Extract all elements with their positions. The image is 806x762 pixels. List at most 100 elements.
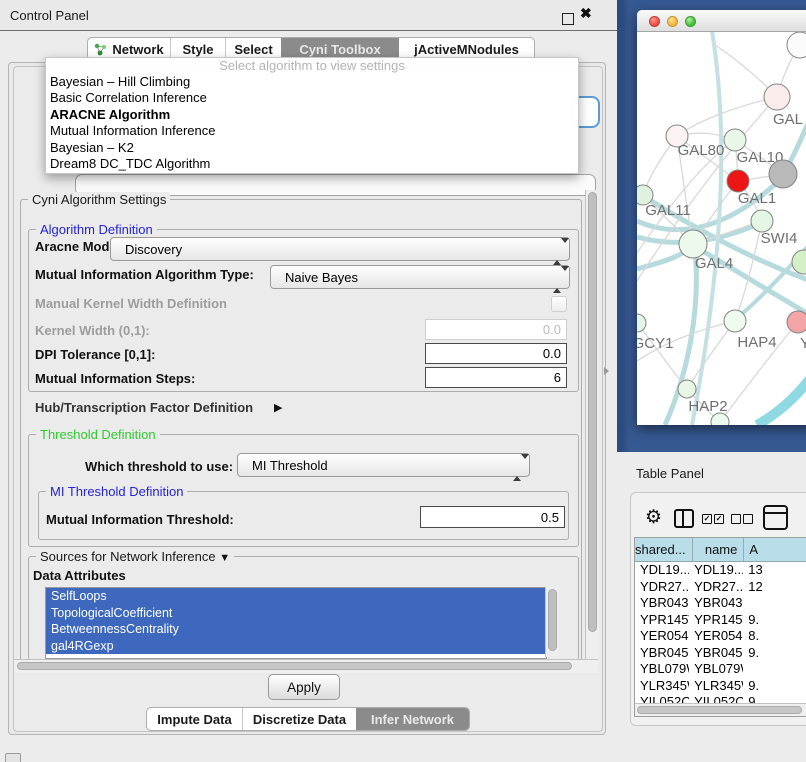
table-cell: YLR345W (689, 678, 743, 695)
which-threshold-combobox[interactable]: MI Threshold (237, 453, 530, 477)
mi-algorithm-type-combobox[interactable]: Naive Bayes (270, 265, 570, 289)
network-node[interactable] (679, 230, 707, 258)
mi-threshold-field[interactable]: 0.5 (420, 506, 565, 528)
table-cell: YDR27... (635, 579, 689, 596)
show-columns-icon[interactable] (674, 509, 694, 528)
zoom-traffic-light-icon[interactable] (685, 16, 696, 27)
data-attributes-label: Data Attributes (33, 568, 126, 583)
close-icon[interactable]: ✖ (580, 5, 592, 22)
mi-steps-field[interactable]: 6 (425, 367, 567, 388)
node-table: shared... name A YDL19...YDL19...13YDR27… (634, 537, 806, 717)
algorithm-option[interactable]: Basic Correlation Inference (46, 90, 578, 106)
table-cell: 12 (743, 579, 806, 596)
network-window-titlebar[interactable] (637, 10, 806, 32)
table-row[interactable]: YDR27...YDR27...12 (635, 579, 806, 596)
network-canvas[interactable]: GALGAL80GAL10GAL1GAL11SWI4GAL4GCY1HAP4YH… (637, 31, 806, 425)
network-node-label: HAP2 (688, 398, 727, 415)
network-node[interactable] (764, 84, 790, 110)
table-row[interactable]: YLR345WYLR345W9. (635, 678, 806, 695)
network-node[interactable] (769, 160, 797, 188)
data-attributes-list[interactable]: SelfLoopsTopologicalCoefficientBetweenne… (45, 587, 547, 659)
settings-horizontal-scrollbar[interactable] (14, 659, 598, 673)
table-cell: YBR043C (635, 595, 689, 612)
table-horizontal-scrollbar[interactable] (635, 703, 806, 717)
scrollbar-thumb[interactable] (588, 192, 597, 632)
algorithm-dropdown-prompt: Select algorithm to view settings (46, 58, 578, 74)
network-node[interactable] (678, 380, 696, 398)
table-row[interactable]: YBL079WYBL079W (635, 661, 806, 678)
scrollbar-thumb[interactable] (548, 589, 557, 651)
table-cell: YLR345W (635, 678, 689, 695)
data-attribute-item[interactable]: SelfLoops (46, 588, 546, 605)
table-cell: YBL079W (689, 661, 743, 678)
tab-impute-data[interactable]: Impute Data (147, 708, 242, 730)
select-all-icon[interactable]: ✓ (714, 514, 724, 524)
column-header[interactable]: A (744, 538, 806, 561)
network-node[interactable] (724, 310, 746, 332)
splitter-arrow-icon[interactable] (604, 367, 609, 375)
table-mode-icon[interactable] (763, 505, 788, 530)
data-attribute-item[interactable]: TopologicalCoefficient (46, 605, 546, 622)
aracne-mode-combobox[interactable]: Discovery (110, 237, 570, 261)
algorithm-option[interactable]: ARACNE Algorithm (46, 107, 578, 123)
dpi-tolerance-label: DPI Tolerance [0,1]: (35, 347, 155, 362)
combo-arrows-icon (553, 271, 561, 289)
algorithm-option[interactable]: Mutual Information Inference (46, 123, 578, 139)
table-row[interactable]: YDL19...YDL19...13 (635, 562, 806, 579)
float-window-icon[interactable] (562, 13, 574, 25)
algorithm-option[interactable]: Bayesian – K2 (46, 140, 578, 156)
combo-arrows-icon (513, 459, 521, 477)
network-view-window[interactable]: GALGAL80GAL10GAL1GAL11SWI4GAL4GCY1HAP4YH… (637, 10, 806, 425)
select-all-icon[interactable]: ✓ (702, 514, 712, 524)
tab-network-label: Network (112, 42, 163, 57)
network-node[interactable] (751, 210, 773, 232)
table-body: YDL19...YDL19...13YDR27...YDR27...12YBR0… (635, 562, 806, 711)
data-attribute-item[interactable]: gal4RGexp (46, 638, 546, 655)
table-cell: YDR27... (689, 579, 743, 596)
table-row[interactable]: YBR045CYBR045C9. (635, 645, 806, 662)
table-row[interactable]: YER054CYER054C8. (635, 628, 806, 645)
tab-infer-network[interactable]: Infer Network (356, 708, 469, 730)
network-node[interactable] (637, 314, 646, 332)
settings-vertical-scrollbar[interactable] (585, 190, 599, 659)
scrollbar-thumb[interactable] (637, 706, 802, 714)
network-node-label: GAL1 (738, 190, 776, 207)
combo-arrows-icon (553, 243, 561, 261)
cyni-algorithm-settings-title: Cyni Algorithm Settings (28, 192, 170, 207)
control-panel-titlebar: Control Panel ✖ (0, 0, 617, 31)
unselect-all-icon[interactable] (743, 514, 753, 524)
minimized-panel-icon[interactable] (5, 753, 21, 762)
gear-icon[interactable]: ⚙ (645, 506, 662, 529)
manual-kernel-width-checkbox[interactable] (551, 296, 567, 312)
close-traffic-light-icon[interactable] (649, 16, 660, 27)
algorithm-option[interactable]: Dream8 DC_TDC Algorithm (46, 156, 578, 172)
network-node[interactable] (787, 311, 806, 333)
kernel-width-field[interactable]: 0.0 (425, 319, 567, 340)
table-cell: 9. (743, 678, 806, 695)
attributes-list-scrollbar[interactable] (545, 587, 559, 657)
table-row[interactable]: YBR043CYBR043C (635, 595, 806, 612)
network-node[interactable] (792, 250, 806, 274)
scrollbar-thumb[interactable] (17, 662, 572, 670)
apply-button[interactable]: Apply (268, 674, 340, 700)
hub-expander-icon[interactable]: ▶ (274, 401, 282, 414)
table-row[interactable]: YPR145WYPR145W9. (635, 612, 806, 629)
column-header[interactable]: shared... (635, 538, 693, 561)
unselect-all-icon[interactable] (731, 514, 741, 524)
sources-group-title: Sources for Network Inference ▼ (36, 549, 234, 564)
dpi-tolerance-field[interactable]: 0.0 (425, 343, 567, 364)
minimize-traffic-light-icon[interactable] (667, 16, 678, 27)
algorithm-option[interactable]: Bayesian – Hill Climbing (46, 74, 578, 90)
column-header[interactable]: name (693, 538, 745, 561)
data-attribute-item[interactable]: BetweennessCentrality (46, 621, 546, 638)
network-node[interactable] (787, 32, 806, 58)
table-cell: YBR045C (635, 645, 689, 662)
network-node[interactable] (727, 170, 749, 192)
table-cell: YDL19... (635, 562, 689, 579)
network-node[interactable] (724, 129, 746, 151)
tab-discretize-data[interactable]: Discretize Data (242, 708, 356, 730)
kernel-width-label: Kernel Width (0,1): (35, 323, 150, 338)
table-cell: 9. (743, 645, 806, 662)
table-cell: YDL19... (689, 562, 743, 579)
sources-expander-icon[interactable]: ▼ (219, 552, 230, 564)
